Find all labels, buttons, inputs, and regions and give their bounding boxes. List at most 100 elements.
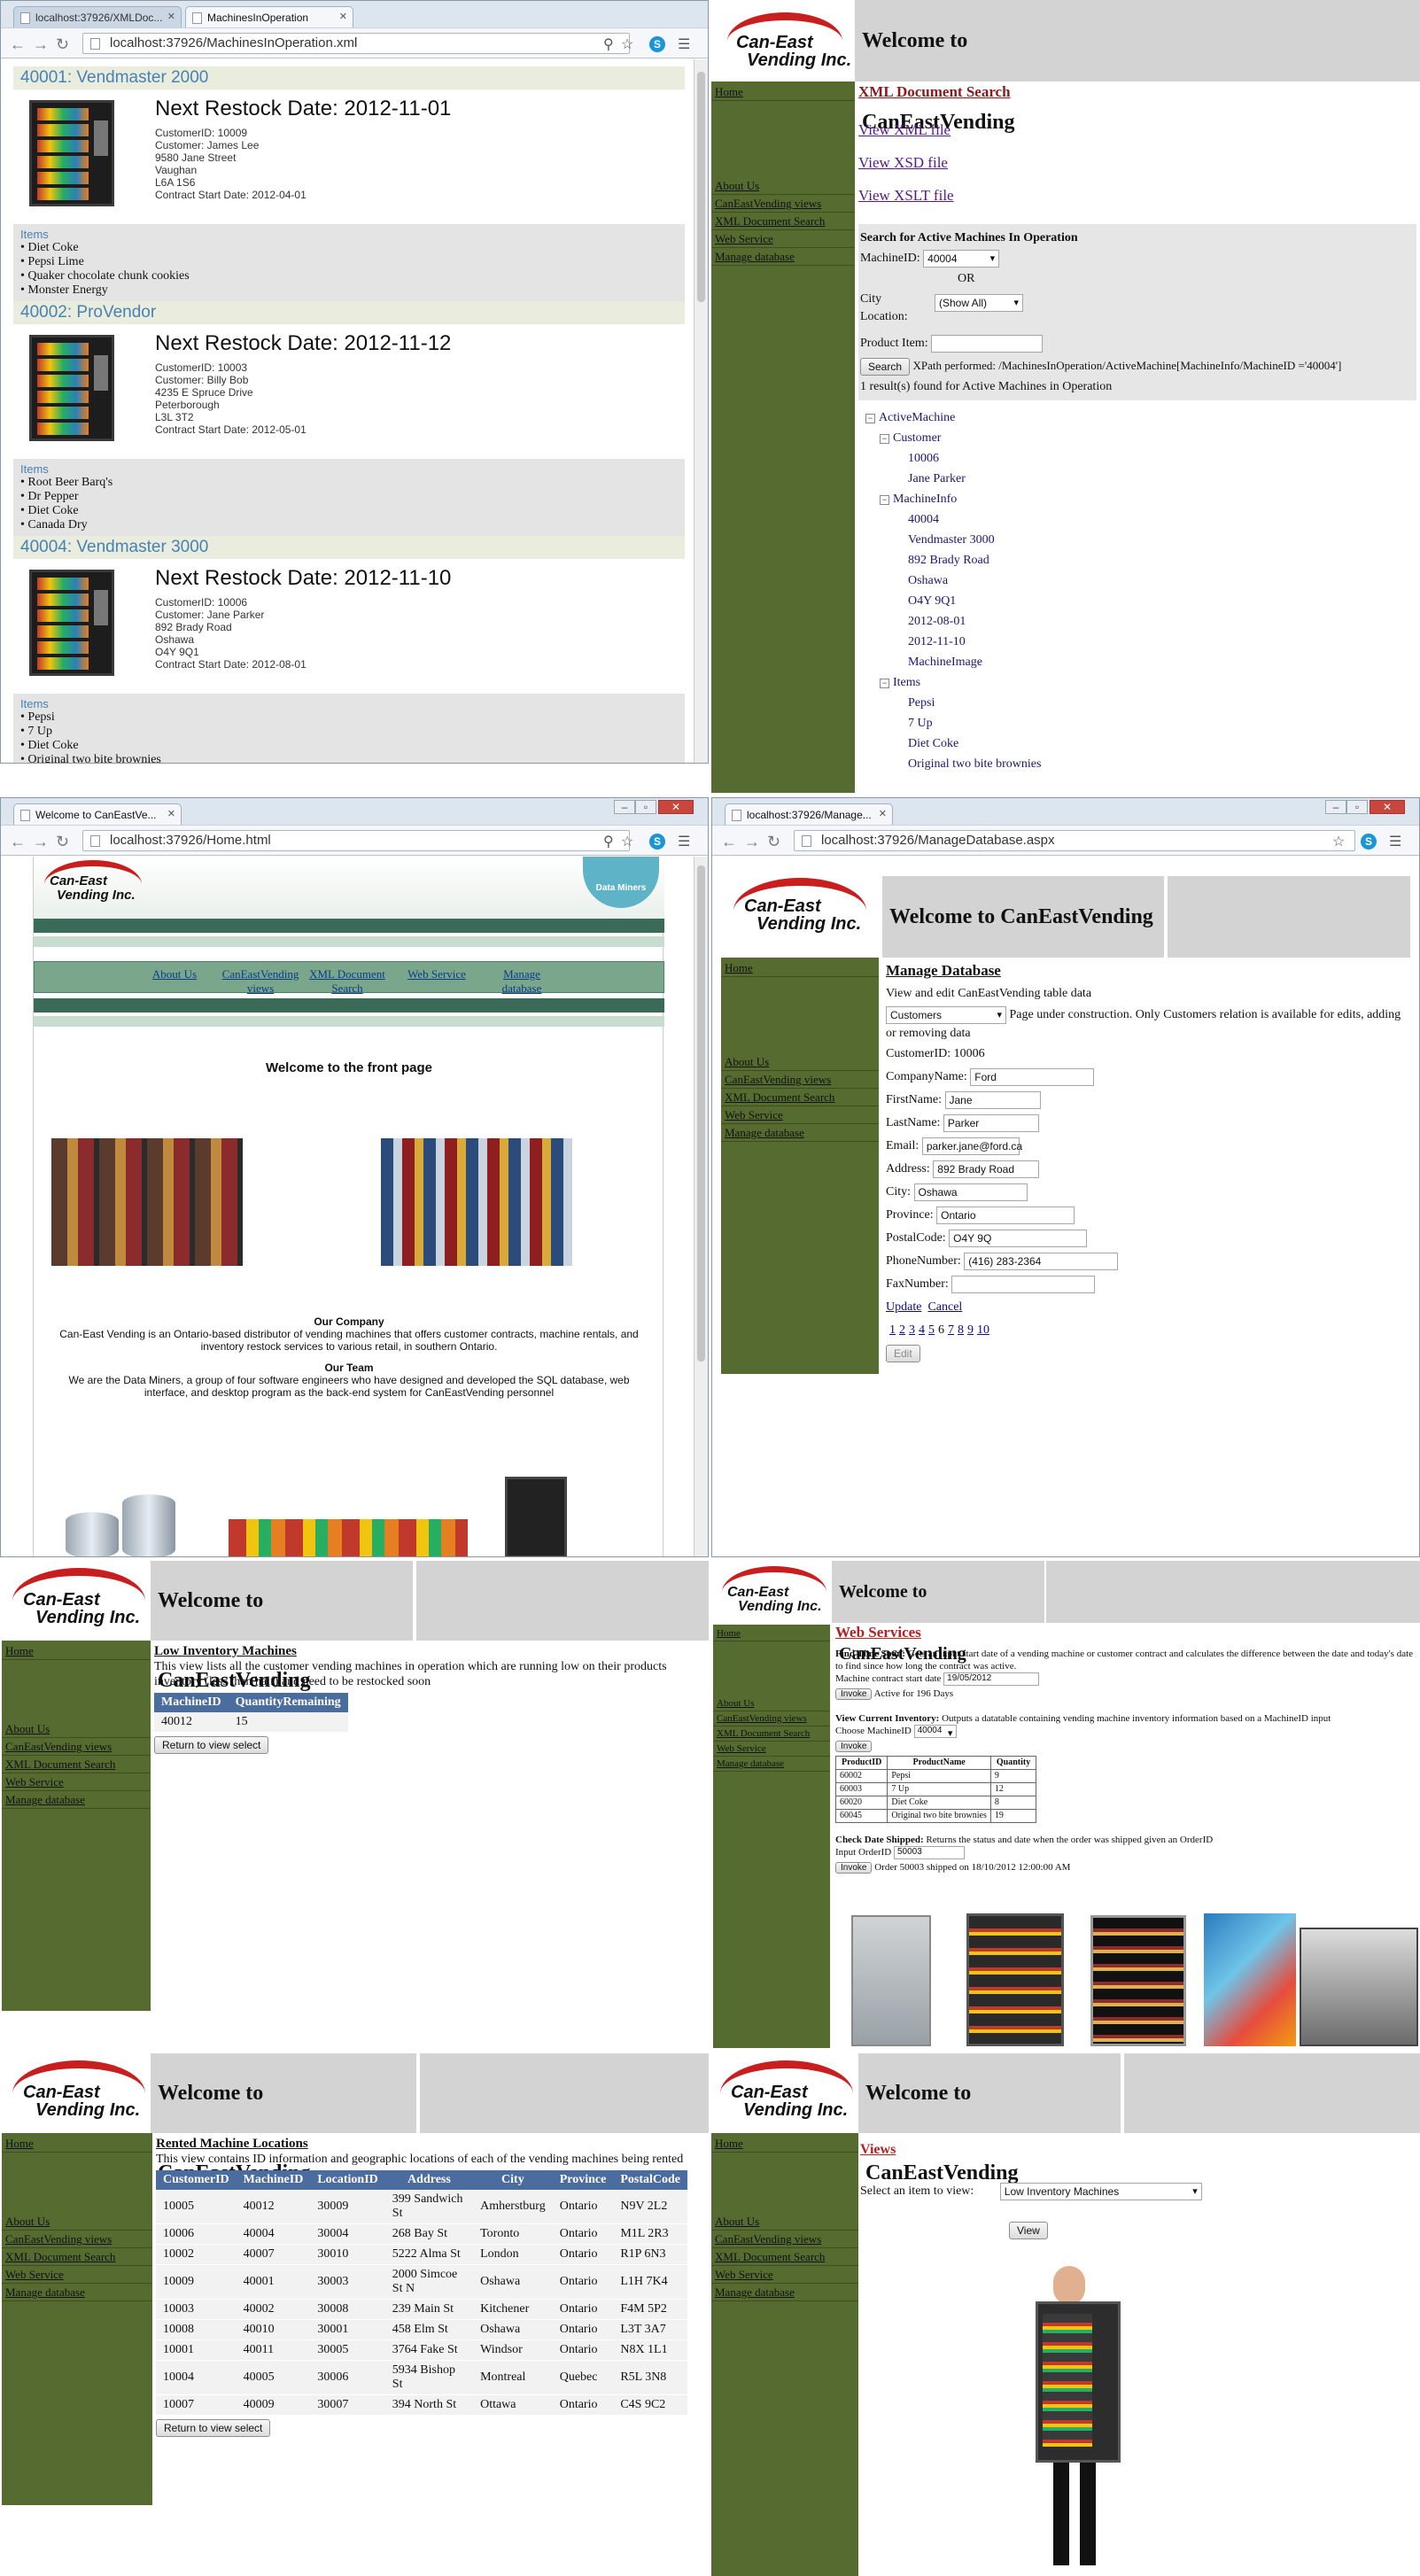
nav-manage[interactable]: Manage database [2, 1791, 151, 1809]
nav-views[interactable]: CanEastVending views [711, 2231, 858, 2248]
search-icon[interactable]: ⚲ [603, 35, 614, 53]
field-input[interactable]: Jane [944, 1090, 1041, 1109]
location-select[interactable]: (Show All) [935, 294, 1023, 312]
nav-xml-search[interactable]: XML Document Search [721, 1089, 879, 1106]
field-input[interactable]: parker.jane@ford.ca [921, 1137, 1022, 1155]
page-link[interactable]: 5 [928, 1323, 935, 1337]
machine-select[interactable]: 40004 [913, 1725, 958, 1739]
return-button[interactable]: Return to view select [156, 2419, 271, 2437]
cancel-link[interactable]: Cancel [927, 1300, 962, 1314]
close-tab-icon[interactable]: ✕ [167, 808, 175, 819]
nav-xml-search[interactable]: XML Document Search [711, 2248, 858, 2266]
nav-home[interactable]: Home [2, 1642, 151, 1660]
field-input[interactable]: (416) 283-2364 [964, 1252, 1119, 1270]
close-tab-icon[interactable]: ✕ [879, 808, 887, 819]
link-view-xslt[interactable]: View XSLT file [858, 179, 1416, 212]
collapse-icon[interactable]: − [865, 414, 875, 423]
home-nav-xml-search[interactable]: XML Document Search [307, 967, 387, 996]
edit-button[interactable]: Edit [886, 1344, 920, 1362]
nav-about[interactable]: About Us [2, 1720, 151, 1738]
nav-views[interactable]: CanEastVending views [711, 195, 855, 213]
reload-icon[interactable]: ↻ [56, 35, 69, 54]
scrollbar[interactable] [694, 857, 708, 1556]
close-tab-icon[interactable]: ✕ [339, 11, 347, 22]
nav-home[interactable]: Home [713, 1626, 830, 1641]
page-link[interactable]: 6 [938, 1323, 944, 1337]
nav-views[interactable]: CanEastVending views [2, 1738, 151, 1756]
return-button[interactable]: Return to view select [154, 1736, 269, 1754]
table-select[interactable]: Customers [886, 1005, 1006, 1024]
nav-views[interactable]: CanEastVending views [2, 2231, 152, 2248]
collapse-icon[interactable]: − [880, 434, 889, 444]
nav-manage[interactable]: Manage database [721, 1124, 879, 1142]
back-icon[interactable]: ← [10, 833, 26, 851]
skype-icon[interactable]: S [1361, 834, 1377, 850]
nav-web-service[interactable]: Web Service [2, 2266, 152, 2284]
nav-xml-search[interactable]: XML Document Search [2, 1756, 151, 1773]
link-view-xsd[interactable]: View XSD file [858, 146, 1416, 179]
nav-about[interactable]: About Us [2, 2213, 152, 2231]
nav-manage[interactable]: Manage database [713, 1757, 830, 1772]
menu-icon[interactable]: ☰ [678, 35, 690, 53]
window-close-icon[interactable]: ✕ [658, 800, 694, 814]
nav-about[interactable]: About Us [713, 1696, 830, 1711]
page-link[interactable]: 9 [967, 1323, 974, 1337]
menu-icon[interactable]: ☰ [678, 833, 690, 850]
nav-web-service[interactable]: Web Service [713, 1742, 830, 1757]
nav-manage[interactable]: Manage database [711, 2284, 858, 2301]
nav-xml-search[interactable]: XML Document Search [2, 2248, 152, 2266]
link-view-xml[interactable]: View XML file [858, 113, 1416, 146]
nav-manage[interactable]: Manage database [2, 2284, 152, 2301]
invoke-button-2[interactable]: Invoke [835, 1740, 873, 1752]
nav-views[interactable]: CanEastVending views [713, 1711, 830, 1726]
page-link[interactable]: 7 [948, 1323, 954, 1337]
close-tab-icon[interactable]: ✕ [167, 11, 175, 22]
browser-tab-active[interactable]: MachinesInOperation ✕ [185, 6, 353, 27]
nav-home[interactable]: Home [721, 959, 879, 977]
start-date-input[interactable]: 19/05/2012 [943, 1672, 1040, 1686]
page-link[interactable]: 1 [889, 1323, 896, 1337]
menu-icon[interactable]: ☰ [1389, 833, 1401, 850]
browser-tab[interactable]: localhost:37926/XMLDoc... ✕ [13, 6, 182, 27]
home-nav-views[interactable]: CanEastVending views [221, 967, 300, 996]
search-button[interactable]: Search [860, 357, 911, 376]
view-button[interactable]: View [1009, 2222, 1048, 2239]
order-id-input[interactable]: 50003 [893, 1846, 965, 1859]
home-nav-manage[interactable]: Manage database [486, 967, 557, 996]
search-icon[interactable]: ⚲ [603, 833, 614, 850]
field-input[interactable] [951, 1275, 1096, 1293]
nav-web-service[interactable]: Web Service [721, 1106, 879, 1124]
page-link[interactable]: 2 [899, 1323, 905, 1337]
address-bar[interactable]: localhost:37926/ManageDatabase.aspx [794, 830, 1355, 851]
view-select[interactable]: Low Inventory Machines [999, 2183, 1202, 2200]
back-icon[interactable]: ← [10, 35, 26, 54]
forward-icon[interactable]: → [744, 833, 760, 851]
field-input[interactable]: Ontario [936, 1206, 1075, 1224]
nav-xml-search[interactable]: XML Document Search [713, 1726, 830, 1742]
reload-icon[interactable]: ↻ [56, 833, 69, 851]
page-link[interactable]: 10 [977, 1323, 989, 1337]
tree-node[interactable]: − ActiveMachine [865, 407, 1416, 428]
page-link[interactable]: 3 [909, 1323, 915, 1337]
field-input[interactable]: O4Y 9Q [949, 1229, 1088, 1247]
skype-icon[interactable]: S [649, 834, 665, 850]
collapse-icon[interactable]: − [880, 679, 889, 688]
field-input[interactable]: Oshawa [913, 1183, 1028, 1201]
field-input[interactable]: Ford [970, 1067, 1095, 1086]
tree-node[interactable]: − Items [865, 672, 1416, 693]
forward-icon[interactable]: → [33, 833, 49, 851]
skype-icon[interactable]: S [649, 36, 665, 52]
invoke-button-3[interactable]: Invoke [835, 1861, 873, 1874]
reload-icon[interactable]: ↻ [767, 833, 780, 851]
collapse-icon[interactable]: − [880, 495, 889, 505]
address-bar[interactable]: localhost:37926/MachinesInOperation.xml [82, 33, 630, 54]
back-icon[interactable]: ← [721, 833, 737, 851]
nav-about[interactable]: About Us [721, 1053, 879, 1071]
nav-web-service[interactable]: Web Service [711, 2266, 858, 2284]
nav-views[interactable]: CanEastVending views [721, 1071, 879, 1089]
page-link[interactable]: 8 [958, 1323, 964, 1337]
tree-node[interactable]: − MachineInfo [865, 489, 1416, 509]
page-link[interactable]: 4 [919, 1323, 925, 1337]
nav-web-service[interactable]: Web Service [711, 230, 855, 248]
nav-about[interactable]: About Us [711, 177, 855, 195]
